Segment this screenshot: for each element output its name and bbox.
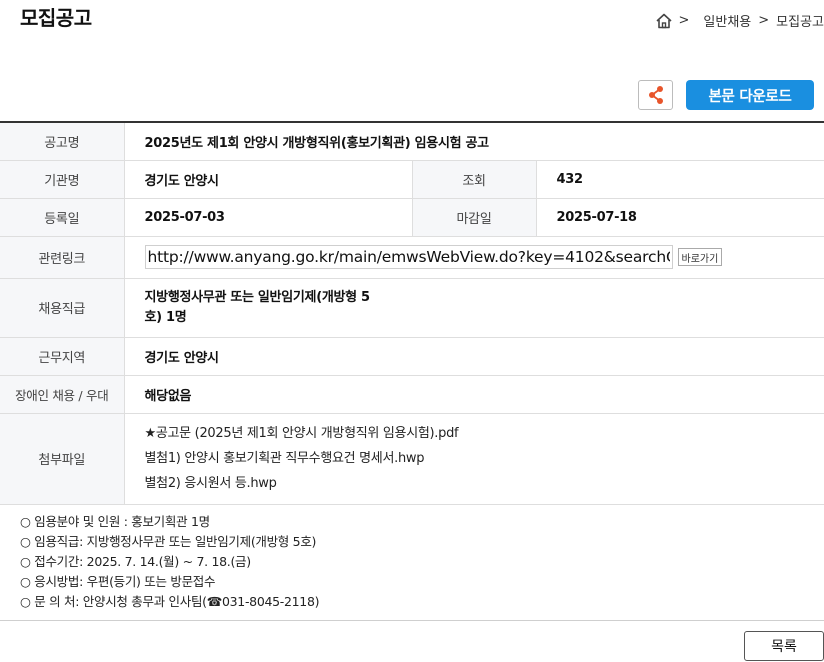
org-label: 기관명 [0,160,124,199]
divider [0,620,824,621]
notice-summary: ○ 임용분야 및 인원 : 홍보기획관 1명 ○ 임용직급: 지방행정사무관 또… [20,512,319,612]
breadcrumb-separator: > [758,13,770,28]
notice-detail-table: 공고명 2025년도 제1회 안양시 개방형직위(홍보기획관) 임용시험 공고 … [0,121,824,505]
notice-summary-line: ○ 응시방법: 우편(등기) 또는 방문접수 [20,574,216,589]
list-button[interactable]: 목록 [744,631,824,661]
breadcrumb-item-general-recruit[interactable]: 일반채용 [703,11,751,30]
attachments-cell: ★공고문 (2025년 제1회 안양시 개방형직위 임용시험).pdf 별첨1)… [123,413,824,505]
deadline-label: 마감일 [411,198,536,237]
attachment-link[interactable]: 별첨1) 안양시 홍보기획관 직무수행요건 명세서.hwp [145,446,824,471]
related-link-box: 바로가기 [144,245,723,269]
notice-summary-line: ○ 임용직급: 지방행정사무관 또는 일반임기제(개방형 5호) [20,534,317,549]
disabled-hire-value: 해당없음 [123,375,824,414]
views-label: 조회 [411,160,536,199]
home-icon[interactable] [655,12,673,30]
breadcrumb-separator: > [678,13,690,28]
table-row: 기관명 경기도 안양시 조회 432 [0,160,824,199]
breadcrumb: > 일반채용 > 모집공고 [655,11,824,30]
table-row: 채용직급 지방행정사무관 또는 일반임기제(개방형 5 호) 1명 [0,278,824,338]
table-row: 등록일 2025-07-03 마감일 2025-07-18 [0,198,824,237]
disabled-hire-label: 장애인 채용 / 우대 [0,375,124,414]
notice-summary-line: ○ 문 의 처: 안양시청 총무과 인사팀(☎031-8045-2118) [20,594,320,609]
attachment-list: ★공고문 (2025년 제1회 안양시 개방형직위 임용시험).pdf 별첨1)… [145,421,824,496]
region-label: 근무지역 [0,337,124,376]
share-icon [648,86,663,104]
notice-summary-line: ○ 접수기간: 2025. 7. 14.(월) ~ 7. 18.(금) [20,554,251,569]
title-label: 공고명 [0,122,124,161]
table-row: 관련링크 바로가기 [0,236,824,279]
reg-date-value: 2025-07-03 [123,198,412,237]
grade-line-1: 지방행정사무관 또는 일반임기제(개방형 5 [144,289,371,305]
grade-label: 채용직급 [0,278,124,338]
deadline-value: 2025-07-18 [535,198,824,237]
attachment-link[interactable]: ★공고문 (2025년 제1회 안양시 개방형직위 임용시험).pdf [145,421,824,446]
grade-line-2: 호) 1명 [144,309,187,325]
share-button[interactable] [638,80,673,110]
table-row: 첨부파일 ★공고문 (2025년 제1회 안양시 개방형직위 임용시험).pdf… [0,413,824,505]
views-value: 432 [535,160,824,199]
title-value: 2025년도 제1회 안양시 개방형직위(홍보기획관) 임용시험 공고 [123,122,824,161]
table-row: 공고명 2025년도 제1회 안양시 개방형직위(홍보기획관) 임용시험 공고 [0,122,824,161]
attachments-label: 첨부파일 [0,413,124,505]
table-row: 장애인 채용 / 우대 해당없음 [0,375,824,414]
region-value: 경기도 안양시 [123,337,824,376]
goto-link-button[interactable]: 바로가기 [677,248,723,266]
related-link-field[interactable] [144,245,673,269]
breadcrumb-item-recruit-notice[interactable]: 모집공고 [776,11,824,30]
reg-date-label: 등록일 [0,198,124,237]
related-link-cell: 바로가기 [123,236,824,279]
related-link-label: 관련링크 [0,236,124,279]
download-body-button[interactable]: 본문 다운로드 [686,80,814,110]
table-row: 근무지역 경기도 안양시 [0,337,824,376]
grade-value: 지방행정사무관 또는 일반임기제(개방형 5 호) 1명 [123,278,824,338]
notice-summary-line: ○ 임용분야 및 인원 : 홍보기획관 1명 [20,514,210,529]
page-title: 모집공고 [20,6,92,30]
org-value: 경기도 안양시 [123,160,412,199]
attachment-link[interactable]: 별첨2) 응시원서 등.hwp [145,471,824,496]
